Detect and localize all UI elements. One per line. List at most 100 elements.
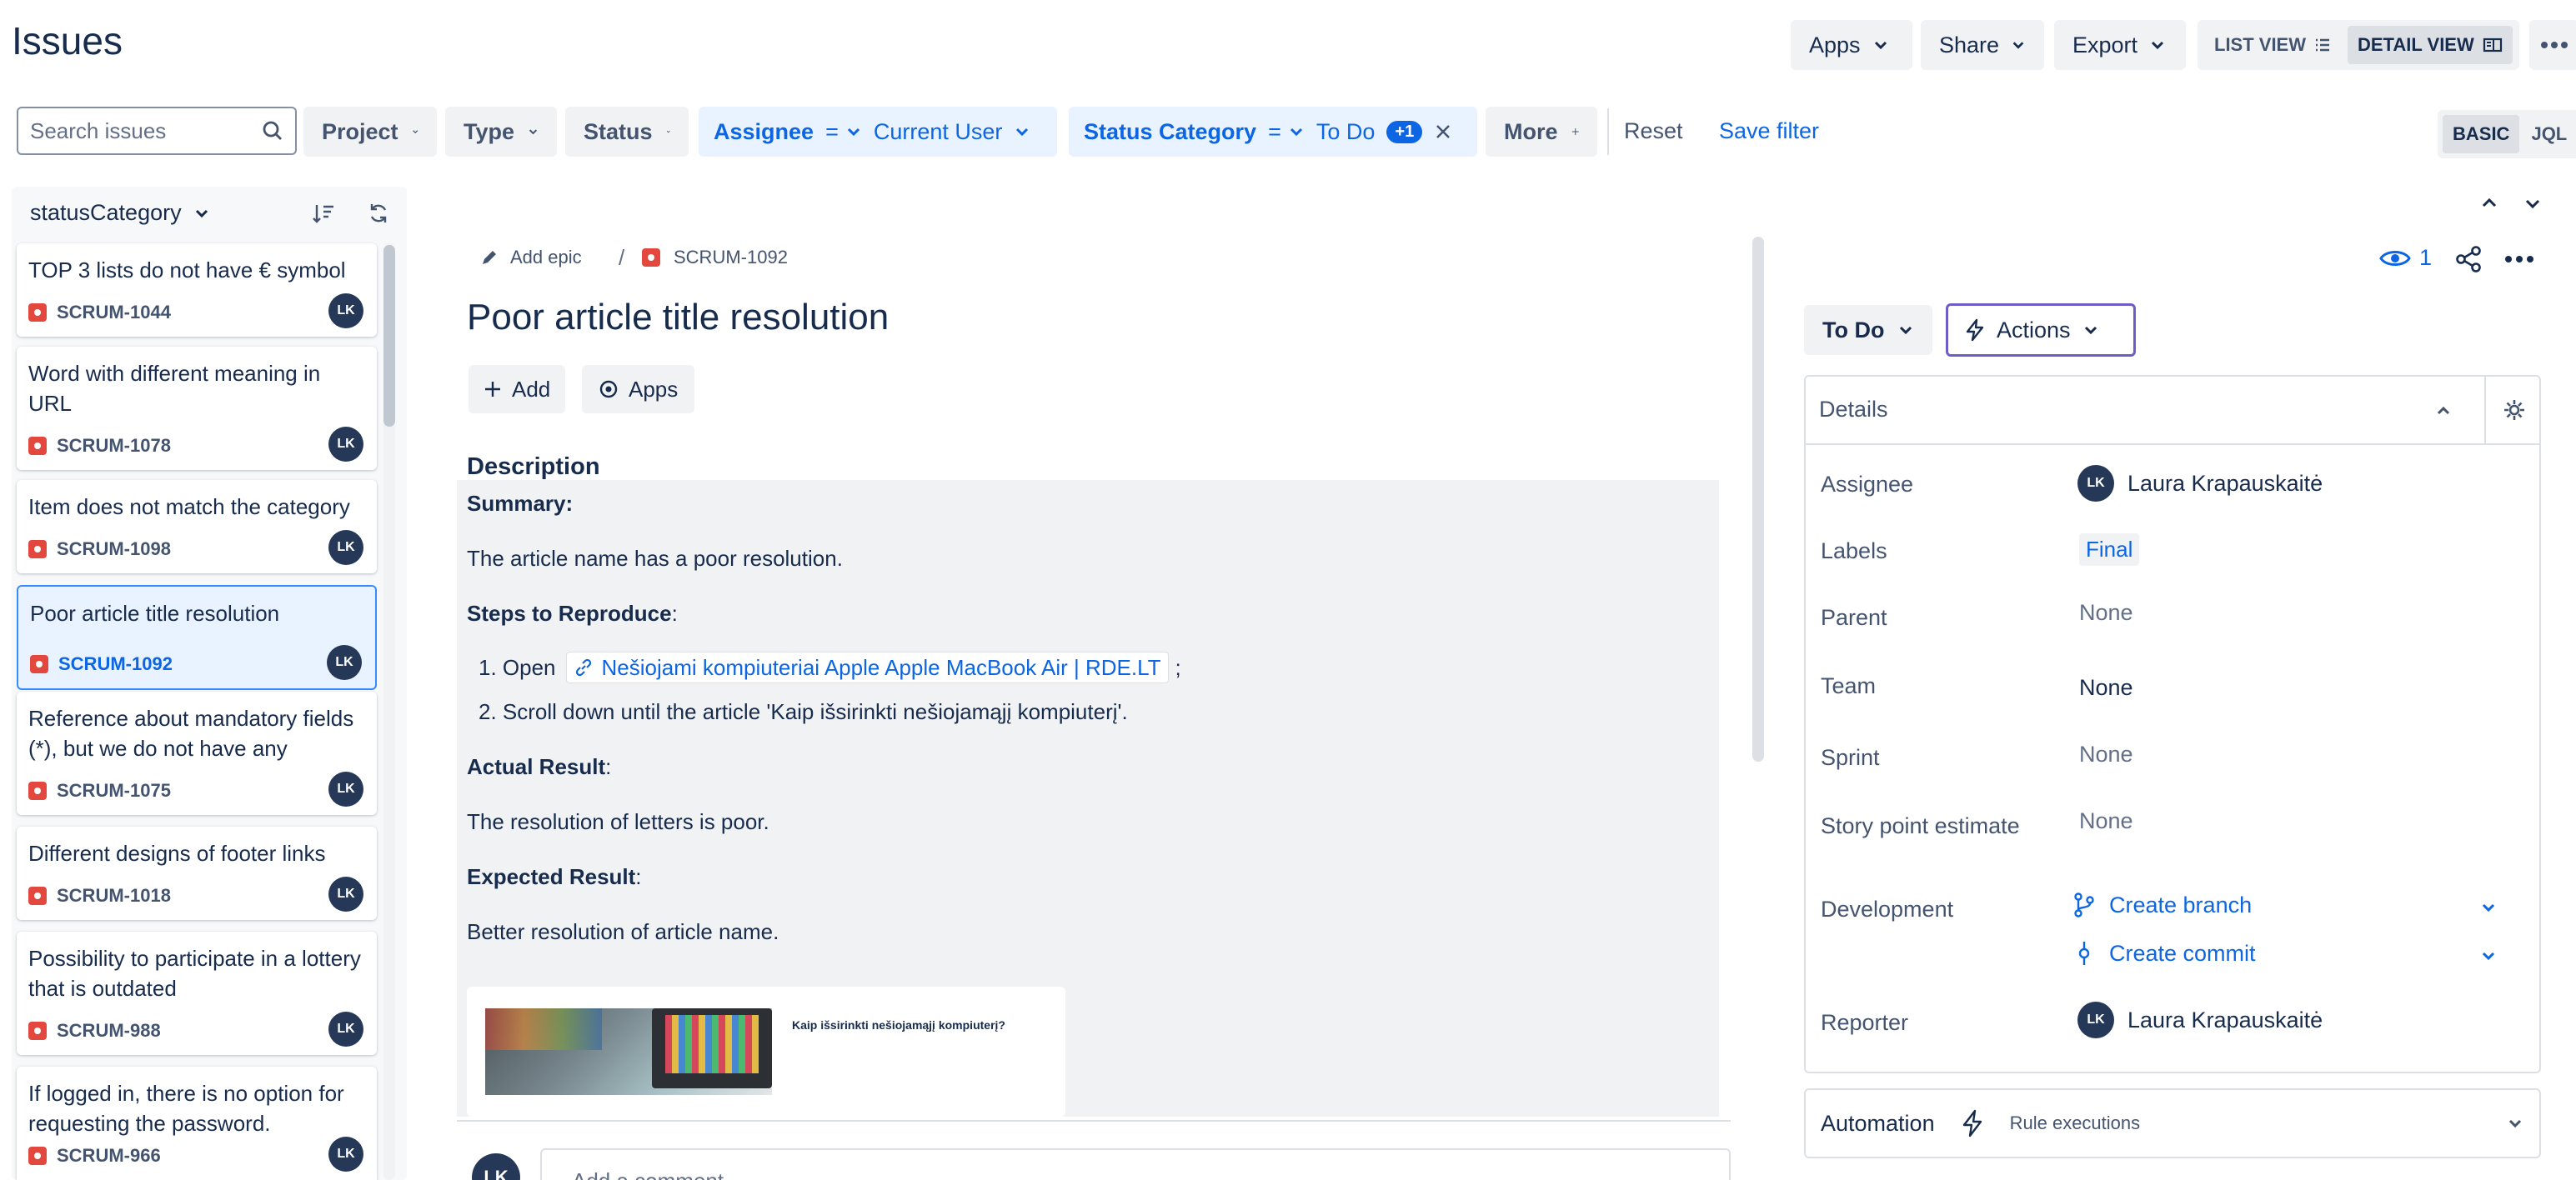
apps-button[interactable]: Apps	[1791, 20, 1912, 70]
project-filter[interactable]: Project	[303, 107, 437, 157]
chevron-down-icon[interactable]	[2479, 947, 2498, 965]
list-item-selected[interactable]: Poor article title resolution SCRUM-1092…	[17, 585, 377, 690]
list-item[interactable]: Item does not match the category SCRUM-1…	[17, 480, 377, 573]
share-label: Share	[1939, 32, 2000, 58]
labels-label: Labels	[1821, 538, 1887, 563]
chevron-down-icon	[847, 128, 860, 137]
assignee-filter[interactable]: Assignee = Current User	[699, 107, 1057, 157]
close-icon[interactable]	[1434, 122, 1452, 141]
assignee-operator[interactable]: =	[825, 119, 862, 145]
export-button[interactable]: Export	[2054, 20, 2186, 70]
colon: :	[671, 601, 678, 626]
parent-value[interactable]: None	[2079, 600, 2133, 626]
list-view-button[interactable]: LIST VIEW	[2204, 26, 2341, 64]
issue-key-text: SCRUM-1018	[57, 885, 171, 906]
team-value[interactable]: None	[2079, 675, 2133, 701]
assignee-label: Assignee	[1821, 472, 1914, 497]
bug-icon	[28, 1022, 47, 1040]
list-item[interactable]: Reference about mandatory fields (*), bu…	[17, 692, 377, 815]
expected-label: Expected Result	[467, 864, 636, 889]
breadcrumb-issue-key[interactable]: SCRUM-1092	[642, 247, 788, 268]
detail-scrollbar-thumb[interactable]	[1752, 237, 1764, 762]
list-scrollbar-thumb[interactable]	[383, 245, 395, 427]
actions-button[interactable]: Actions	[1946, 303, 2136, 357]
chevron-up-icon[interactable]	[2479, 193, 2499, 213]
add-button[interactable]: Add	[469, 365, 566, 413]
bug-icon	[30, 655, 48, 673]
branch-icon	[2074, 892, 2094, 918]
attachment-image[interactable]: Kaip išsirinkti nešiojamąjį kompiuterį?	[467, 987, 1065, 1117]
more-icon[interactable]	[2504, 255, 2534, 263]
more-filters-button[interactable]: More	[1486, 107, 1597, 157]
create-branch-link[interactable]: Create branch	[2072, 892, 2252, 918]
divider	[457, 1120, 1731, 1122]
list-item[interactable]: TOP 3 lists do not have € symbol SCRUM-1…	[17, 243, 377, 337]
avatar: LK	[328, 1012, 363, 1047]
chevron-down-icon[interactable]	[2523, 193, 2543, 213]
status-dropdown[interactable]: To Do	[1804, 305, 1933, 355]
reset-button[interactable]: Reset	[1624, 118, 1683, 144]
list-item[interactable]: Word with different meaning in URL SCRUM…	[17, 347, 377, 470]
avatar: LK	[328, 427, 363, 462]
assignee-field[interactable]: LK Laura Krapauskaitė	[2077, 465, 2323, 502]
product-link[interactable]: Nešiojami kompiuteriai Apple Apple MacBo…	[565, 652, 1169, 683]
automation-panel[interactable]: Automation Rule executions	[1804, 1088, 2541, 1158]
sprint-value[interactable]: None	[2079, 742, 2133, 768]
create-branch-label: Create branch	[2109, 892, 2253, 918]
list-item[interactable]: Different designs of footer links SCRUM-…	[17, 827, 377, 920]
rule-executions-label: Rule executions	[2009, 1112, 2141, 1133]
colon: :	[605, 754, 612, 779]
reporter-field[interactable]: LK Laura Krapauskaitė	[2077, 1002, 2323, 1038]
story-points-value[interactable]: None	[2079, 808, 2133, 834]
add-epic-link[interactable]: Add epic	[480, 247, 582, 268]
watch-button[interactable]: 1	[2379, 245, 2432, 271]
commit-icon	[2078, 942, 2090, 965]
details-header[interactable]	[1804, 375, 2541, 445]
chevron-down-icon	[412, 130, 418, 134]
issue-key-text: SCRUM-1044	[57, 302, 171, 322]
status-category-value: To Do	[1316, 118, 1376, 144]
description-body[interactable]: Summary: The article name has a poor res…	[457, 480, 1719, 1117]
type-label: Type	[464, 118, 515, 144]
create-commit-link[interactable]: Create commit	[2074, 940, 2256, 967]
refresh-icon[interactable]	[367, 202, 390, 225]
group-by-select[interactable]: statusCategory	[30, 200, 210, 226]
issue-key: SCRUM-1044	[28, 302, 171, 323]
save-filter-button[interactable]: Save filter	[1719, 118, 1819, 144]
share-icon[interactable]	[2454, 245, 2483, 273]
list-item[interactable]: If logged in, there is no option for req…	[17, 1067, 377, 1180]
search-input[interactable]: Search issues	[17, 107, 297, 155]
issue-key: SCRUM-1078	[28, 435, 171, 457]
automation-heading: Automation	[1821, 1110, 1935, 1136]
basic-mode-button[interactable]: BASIC	[2443, 115, 2520, 153]
watch-count: 1	[2419, 245, 2433, 270]
issue-apps-label: Apps	[629, 376, 679, 402]
status-filter[interactable]: Status	[565, 107, 689, 157]
jql-mode-button[interactable]: JQL	[2523, 115, 2575, 153]
avatar: LK	[328, 293, 363, 328]
type-filter[interactable]: Type	[445, 107, 557, 157]
status-category-filter[interactable]: Status Category = To Do +1	[1069, 107, 1477, 157]
chevron-down-icon[interactable]	[2479, 898, 2498, 917]
description-heading: Description	[467, 453, 600, 480]
issue-apps-button[interactable]: Apps	[582, 365, 695, 413]
avatar: LK	[328, 1137, 363, 1172]
development-label: Development	[1821, 897, 1954, 922]
sort-icon[interactable]	[312, 202, 335, 225]
story-points-label: Story point estimate	[1821, 813, 2020, 838]
comment-input[interactable]: Add a comment...	[540, 1148, 1731, 1180]
chevron-up-icon[interactable]	[2434, 402, 2453, 420]
status-category-operator[interactable]: =	[1268, 119, 1305, 145]
list-item[interactable]: Possibility to participate in a lottery …	[17, 932, 377, 1055]
gear-icon[interactable]	[2503, 398, 2526, 422]
product-link-text: Nešiojami kompiuteriai Apple Apple MacBo…	[601, 655, 1161, 680]
detail-view-button[interactable]: DETAIL VIEW	[2348, 26, 2513, 64]
status-value: To Do	[1822, 317, 1885, 342]
more-actions-button[interactable]	[2529, 20, 2576, 70]
list-scrollbar[interactable]	[383, 243, 395, 1180]
share-button[interactable]: Share	[1921, 20, 2044, 70]
issue-key-text: SCRUM-1092	[58, 653, 173, 674]
chevron-down-icon	[1290, 128, 1302, 137]
issue-title-heading[interactable]: Poor article title resolution	[467, 297, 889, 338]
label-tag[interactable]: Final	[2079, 533, 2140, 566]
